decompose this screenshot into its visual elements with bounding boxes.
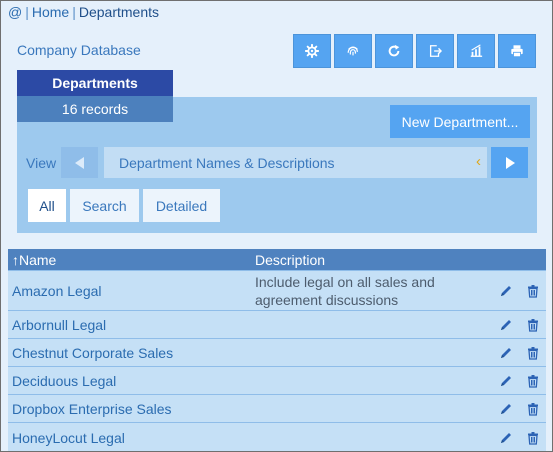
table-row[interactable]: Arbornull Legal xyxy=(8,310,546,338)
print-button[interactable] xyxy=(498,34,536,68)
departments-table: ↑Name Description Amazon Legal Include le… xyxy=(8,249,546,451)
table-row[interactable]: Deciduous Legal xyxy=(8,366,546,394)
chart-icon xyxy=(470,44,483,57)
table-row[interactable]: HoneyLocut Legal xyxy=(8,422,546,451)
breadcrumb-at[interactable]: @ xyxy=(8,4,22,20)
delete-trash-icon[interactable] xyxy=(526,431,540,445)
new-department-button[interactable]: New Department... xyxy=(390,105,530,138)
app-frame: @|Home|Departments Company Database xyxy=(0,0,553,452)
delete-trash-icon[interactable] xyxy=(526,318,540,332)
filter-search-button[interactable]: Search xyxy=(70,189,139,222)
fingerprint-icon xyxy=(347,46,358,56)
export-button[interactable] xyxy=(416,34,454,68)
chart-button[interactable] xyxy=(457,34,495,68)
row-name-link[interactable]: Dropbox Enterprise Sales xyxy=(12,401,172,417)
view-next-button[interactable] xyxy=(491,147,528,178)
gear-icon xyxy=(305,44,319,58)
row-name-link[interactable]: HoneyLocut Legal xyxy=(12,430,125,446)
filter-all-button[interactable]: All xyxy=(28,189,66,222)
record-count: 16 records xyxy=(17,96,173,122)
view-selector[interactable]: Department Names & Descriptions ‹ xyxy=(104,147,487,178)
edit-pencil-icon[interactable] xyxy=(499,402,513,416)
refresh-icon xyxy=(388,44,400,57)
export-icon xyxy=(429,45,442,57)
table-header: ↑Name Description xyxy=(8,249,546,270)
print-icon xyxy=(511,45,523,58)
delete-trash-icon[interactable] xyxy=(526,346,540,360)
row-name-link[interactable]: Arbornull Legal xyxy=(12,317,106,333)
app-title: Company Database xyxy=(17,42,141,58)
row-name-link[interactable]: Amazon Legal xyxy=(12,283,102,299)
arrow-right-icon xyxy=(505,156,515,169)
filter-detailed-button[interactable]: Detailed xyxy=(143,189,220,222)
table-row[interactable]: Amazon Legal Include legal on all sales a… xyxy=(8,270,546,310)
edit-pencil-icon[interactable] xyxy=(499,374,513,388)
table-row[interactable]: Chestnut Corporate Sales xyxy=(8,338,546,366)
row-name-link[interactable]: Chestnut Corporate Sales xyxy=(12,345,173,361)
breadcrumb-current: Departments xyxy=(78,4,160,20)
view-selected-value: Department Names & Descriptions xyxy=(119,155,335,171)
arrow-left-icon xyxy=(74,156,84,169)
row-name-link[interactable]: Deciduous Legal xyxy=(12,373,116,389)
table-row[interactable]: Dropbox Enterprise Sales xyxy=(8,394,546,422)
view-prev-button[interactable] xyxy=(61,147,98,178)
edit-pencil-icon[interactable] xyxy=(499,431,513,445)
column-header-name[interactable]: ↑Name xyxy=(12,252,56,268)
breadcrumb: @ | Home | Departments xyxy=(8,4,159,20)
chevron-left-icon: ‹ xyxy=(476,153,481,170)
fingerprint-button[interactable] xyxy=(334,34,372,68)
tab-departments[interactable]: Departments xyxy=(17,70,173,96)
breadcrumb-separator: | xyxy=(72,4,76,20)
settings-button[interactable] xyxy=(293,34,331,68)
breadcrumb-separator: | xyxy=(25,4,29,20)
edit-pencil-icon[interactable] xyxy=(499,318,513,332)
refresh-button[interactable] xyxy=(375,34,413,68)
edit-pencil-icon[interactable] xyxy=(499,346,513,360)
table-body: Amazon Legal Include legal on all sales a… xyxy=(8,270,546,451)
row-description: Include legal on all sales and agreement… xyxy=(255,274,435,308)
breadcrumb-home-link[interactable]: Home xyxy=(32,4,69,20)
delete-trash-icon[interactable] xyxy=(526,402,540,416)
delete-trash-icon[interactable] xyxy=(526,284,540,298)
toolbar xyxy=(293,34,539,68)
view-label: View xyxy=(26,155,57,171)
column-header-description[interactable]: Description xyxy=(255,252,325,268)
filter-tabs: All Search Detailed xyxy=(28,189,224,222)
delete-trash-icon[interactable] xyxy=(526,374,540,388)
edit-pencil-icon[interactable] xyxy=(499,284,513,298)
